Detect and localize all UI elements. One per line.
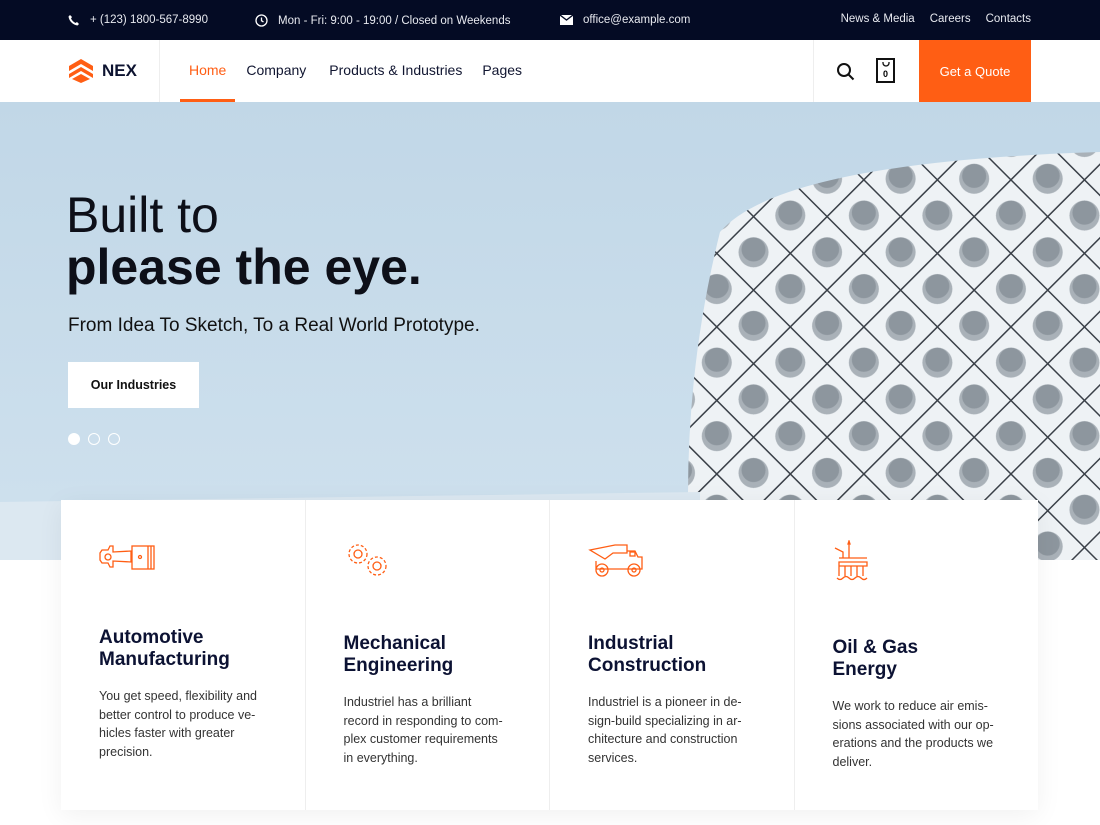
slide-dot-2[interactable] — [88, 433, 100, 445]
slide-dot-1[interactable] — [68, 433, 80, 445]
search-icon[interactable] — [836, 62, 855, 81]
cart-button[interactable]: 0 — [876, 58, 895, 83]
divider — [813, 40, 814, 102]
top-link-contacts[interactable]: Contacts — [986, 13, 1031, 25]
oil-rig-icon — [834, 538, 868, 581]
clock-icon — [255, 14, 268, 27]
cart-handle-icon — [882, 62, 890, 67]
gears-icon — [347, 544, 387, 576]
opening-hours: Mon - Fri: 9:00 - 19:00 / Closed on Week… — [278, 14, 511, 27]
hero-subtitle: From Idea To Sketch, To a Real World Pro… — [68, 315, 480, 336]
card-text: We work to reduce air emis- sions associ… — [832, 699, 994, 769]
top-bar: + (123) 1800-567-8990 Mon - Fri: 9:00 - … — [0, 0, 1100, 40]
hours-info: Mon - Fri: 9:00 - 19:00 / Closed on Week… — [255, 14, 510, 27]
divider — [159, 40, 160, 102]
card-title: Mechanical Engineering — [343, 633, 454, 676]
industries-cards: Automotive Manufacturing You get speed, … — [61, 500, 1038, 810]
hero-title-line1: Built to — [66, 187, 219, 243]
top-link-news[interactable]: News & Media — [841, 13, 915, 25]
hero-title-line2: please the eye. — [66, 239, 422, 295]
logo[interactable]: NEX — [68, 58, 137, 84]
piston-icon — [99, 545, 155, 570]
mail-icon — [560, 15, 573, 25]
card-mechanical[interactable]: Mechanical Engineering Industriel has a … — [306, 500, 550, 810]
dump-truck-icon — [588, 544, 643, 577]
card-text: Industriel is a pioneer in de- sign-buil… — [588, 695, 742, 765]
nav-company[interactable]: Company — [246, 62, 306, 78]
phone-info: + (123) 1800-567-8990 — [68, 14, 208, 26]
logo-text: NEX — [102, 61, 137, 80]
our-industries-button[interactable]: Our Industries — [68, 362, 199, 408]
card-title: Industrial Construction — [588, 633, 707, 676]
nav-products-industries[interactable]: Products & Industries — [329, 62, 462, 78]
card-text: Industriel has a brilliant record in res… — [343, 695, 503, 765]
main-nav: NEX Home Company Products & Industries P… — [0, 40, 1100, 103]
nav-pages[interactable]: Pages — [482, 62, 522, 78]
hero-slider: Built to please the eye. From Idea To Sk… — [0, 102, 1100, 560]
card-title: Automotive Manufacturing — [99, 627, 230, 670]
cart-count: 0 — [882, 69, 888, 79]
card-automotive[interactable]: Automotive Manufacturing You get speed, … — [61, 500, 306, 810]
phone-icon — [68, 15, 79, 26]
card-construction[interactable]: Industrial Construction Industriel is a … — [550, 500, 795, 810]
card-title: Oil & Gas Energy — [832, 637, 919, 680]
get-quote-button[interactable]: Get a Quote — [919, 40, 1031, 102]
building-image — [688, 152, 1100, 560]
email-info: office@example.com — [560, 14, 690, 26]
card-oil-gas[interactable]: Oil & Gas Energy We work to reduce air e… — [795, 500, 1039, 810]
logo-icon — [69, 59, 93, 83]
slide-dot-3[interactable] — [108, 433, 120, 445]
phone-number[interactable]: + (123) 1800-567-8990 — [90, 14, 208, 26]
nav-home[interactable]: Home — [179, 62, 236, 103]
card-text: You get speed, flexibility and better co… — [99, 689, 257, 759]
top-link-careers[interactable]: Careers — [930, 13, 971, 25]
slider-dots — [68, 433, 120, 445]
email-address[interactable]: office@example.com — [583, 14, 690, 26]
